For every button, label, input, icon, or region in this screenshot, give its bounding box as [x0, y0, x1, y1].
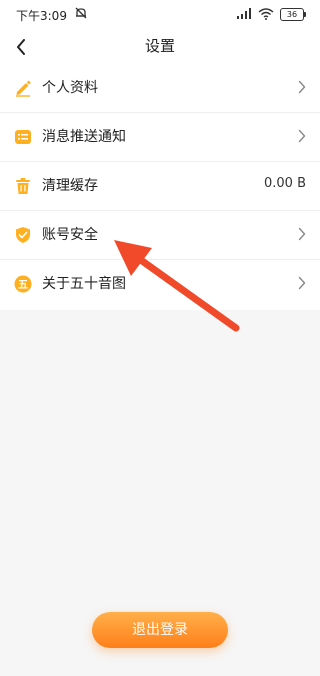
message-list-icon [15, 130, 31, 144]
settings-list: 个人资料 消息推送通知 清理缓存 0.00 B 账号安全 五 关于五十音图 [0, 64, 320, 310]
chevron-right-icon [298, 276, 306, 290]
signal-icon [237, 8, 251, 19]
logout-button[interactable]: 退出登录 [92, 612, 228, 648]
svg-text:五: 五 [18, 279, 28, 291]
status-time: 下午3:09 [16, 9, 67, 23]
trash-icon [16, 178, 30, 194]
app-logo-icon: 五 [14, 275, 32, 293]
pencil-icon [16, 80, 31, 97]
settings-item-clear-cache[interactable]: 清理缓存 0.00 B [0, 162, 320, 211]
settings-item-label: 消息推送通知 [42, 129, 126, 145]
settings-item-account-security[interactable]: 账号安全 [0, 211, 320, 260]
status-bar: 下午3:09 36 [0, 0, 320, 30]
page-title: 设置 [144, 37, 175, 55]
settings-item-label: 清理缓存 [42, 178, 98, 194]
battery-icon: 36 [280, 7, 306, 21]
shield-check-icon [16, 227, 30, 243]
mute-icon [75, 7, 87, 19]
settings-item-notifications[interactable]: 消息推送通知 [0, 113, 320, 162]
settings-item-label: 关于五十音图 [42, 276, 126, 292]
settings-item-label: 账号安全 [42, 227, 98, 243]
cache-size-value: 0.00 B [264, 176, 306, 191]
chevron-right-icon [298, 129, 306, 143]
settings-item-about[interactable]: 五 关于五十音图 [0, 260, 320, 310]
settings-item-label: 个人资料 [42, 80, 98, 96]
chevron-right-icon [298, 227, 306, 241]
header: 设置 [0, 30, 320, 64]
settings-item-profile[interactable]: 个人资料 [0, 64, 320, 113]
wifi-icon [258, 8, 274, 20]
status-icons: 36 [236, 7, 306, 21]
settings-screen: 下午3:09 36 设置 个人资料 消息推送通知 清理缓存 0.00 B 账号安… [0, 0, 320, 676]
chevron-right-icon [298, 80, 306, 94]
